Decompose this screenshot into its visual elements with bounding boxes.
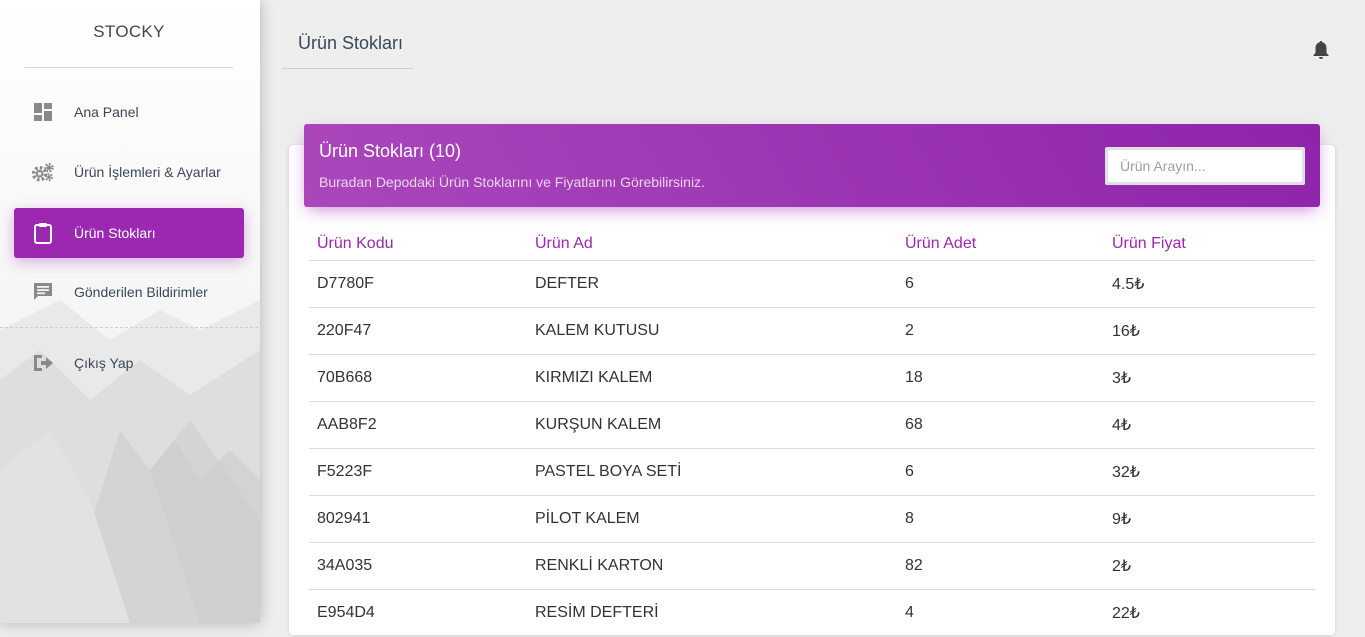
table-row[interactable]: AAB8F2 KURŞUN KALEM 68 4₺ [309, 401, 1315, 449]
cell-urun-kodu: AAB8F2 [309, 401, 527, 449]
sidebar: STOCKY Ana Panel Ürün İşlemleri & Ayarla… [0, 0, 260, 623]
cell-urun-adet: 18 [897, 354, 1104, 402]
sidebar-item-label: Ürün Stokları [74, 225, 156, 241]
cell-urun-ad: KIRMIZI KALEM [527, 354, 897, 402]
cell-urun-fiyat: 22₺ [1104, 589, 1315, 637]
sidebar-item-cikis-yap[interactable]: Çıkış Yap [14, 338, 244, 388]
app-logo[interactable]: STOCKY [0, 22, 258, 42]
search-input[interactable] [1105, 147, 1305, 185]
cell-urun-kodu: 802941 [309, 495, 527, 543]
cell-urun-kodu: D7780F [309, 260, 527, 308]
column-header-urun-fiyat[interactable]: Ürün Fiyat [1104, 228, 1315, 261]
page-title: Ürün Stokları [298, 33, 404, 53]
cell-urun-ad: RESİM DEFTERİ [527, 589, 897, 637]
table-row[interactable]: 70B668 KIRMIZI KALEM 18 3₺ [309, 354, 1315, 402]
dashboard-icon [31, 100, 55, 124]
bell-icon[interactable] [1312, 40, 1332, 62]
column-header-urun-ad[interactable]: Ürün Ad [527, 228, 897, 261]
cell-urun-fiyat: 3₺ [1104, 354, 1315, 402]
table-row[interactable]: E954D4 RESİM DEFTERİ 4 22₺ [309, 589, 1315, 637]
cell-urun-adet: 82 [897, 542, 1104, 590]
sidebar-divider [0, 327, 258, 328]
cell-urun-ad: KALEM KUTUSU [527, 307, 897, 355]
stock-table: Ürün Kodu Ürün Ad Ürün Adet Ürün Fiyat D… [309, 228, 1315, 637]
cell-urun-adet: 6 [897, 260, 1104, 308]
sidebar-item-label: Gönderilen Bildirimler [74, 284, 208, 300]
table-row[interactable]: F5223F PASTEL BOYA SETİ 6 32₺ [309, 448, 1315, 496]
table-row[interactable]: D7780F DEFTER 6 4.5₺ [309, 260, 1315, 308]
cell-urun-kodu: 220F47 [309, 307, 527, 355]
table-row[interactable]: 34A035 RENKLİ KARTON 82 2₺ [309, 542, 1315, 590]
exit-icon [31, 351, 55, 375]
cell-urun-ad: KURŞUN KALEM [527, 401, 897, 449]
table-row[interactable]: 220F47 KALEM KUTUSU 2 16₺ [309, 307, 1315, 355]
card-title: Ürün Stokları (10) [319, 141, 462, 161]
card-subtitle: Buradan Depodaki Ürün Stoklarını ve Fiya… [319, 174, 705, 190]
sidebar-item-urun-stoklari[interactable]: Ürün Stokları [14, 208, 244, 258]
cell-urun-kodu: F5223F [309, 448, 527, 496]
sidebar-item-gonderilen-bildirimler[interactable]: Gönderilen Bildirimler [14, 267, 244, 317]
cell-urun-fiyat: 9₺ [1104, 495, 1315, 543]
sidebar-item-urun-islemleri[interactable]: Ürün İşlemleri & Ayarlar [14, 147, 244, 197]
cell-urun-ad: DEFTER [527, 260, 897, 308]
message-icon [31, 280, 55, 304]
sidebar-item-ana-panel[interactable]: Ana Panel [14, 87, 244, 137]
table-header-row: Ürün Kodu Ürün Ad Ürün Adet Ürün Fiyat [309, 228, 1315, 261]
logo-divider [25, 67, 233, 68]
column-header-urun-kodu[interactable]: Ürün Kodu [309, 228, 527, 261]
cell-urun-ad: PİLOT KALEM [527, 495, 897, 543]
cell-urun-adet: 4 [897, 589, 1104, 637]
cell-urun-ad: RENKLİ KARTON [527, 542, 897, 590]
cell-urun-adet: 8 [897, 495, 1104, 543]
table-row[interactable]: 802941 PİLOT KALEM 8 9₺ [309, 495, 1315, 543]
page-title-underline [282, 68, 413, 69]
sidebar-item-label: Ana Panel [74, 104, 139, 120]
cell-urun-fiyat: 4₺ [1104, 401, 1315, 449]
sidebar-item-label: Çıkış Yap [74, 355, 134, 371]
cell-urun-adet: 2 [897, 307, 1104, 355]
cell-urun-kodu: E954D4 [309, 589, 527, 637]
column-header-urun-adet[interactable]: Ürün Adet [897, 228, 1104, 261]
clipboard-icon [31, 221, 55, 245]
cell-urun-ad: PASTEL BOYA SETİ [527, 448, 897, 496]
cell-urun-adet: 6 [897, 448, 1104, 496]
cell-urun-fiyat: 32₺ [1104, 448, 1315, 496]
card-header: Ürün Stokları (10) Buradan Depodaki Ürün… [304, 124, 1320, 207]
cell-urun-fiyat: 16₺ [1104, 307, 1315, 355]
cell-urun-kodu: 34A035 [309, 542, 527, 590]
cell-urun-adet: 68 [897, 401, 1104, 449]
sidebar-item-label: Ürün İşlemleri & Ayarlar [74, 164, 221, 180]
cell-urun-fiyat: 2₺ [1104, 542, 1315, 590]
gears-icon [31, 160, 55, 184]
cell-urun-kodu: 70B668 [309, 354, 527, 402]
cell-urun-fiyat: 4.5₺ [1104, 260, 1315, 308]
